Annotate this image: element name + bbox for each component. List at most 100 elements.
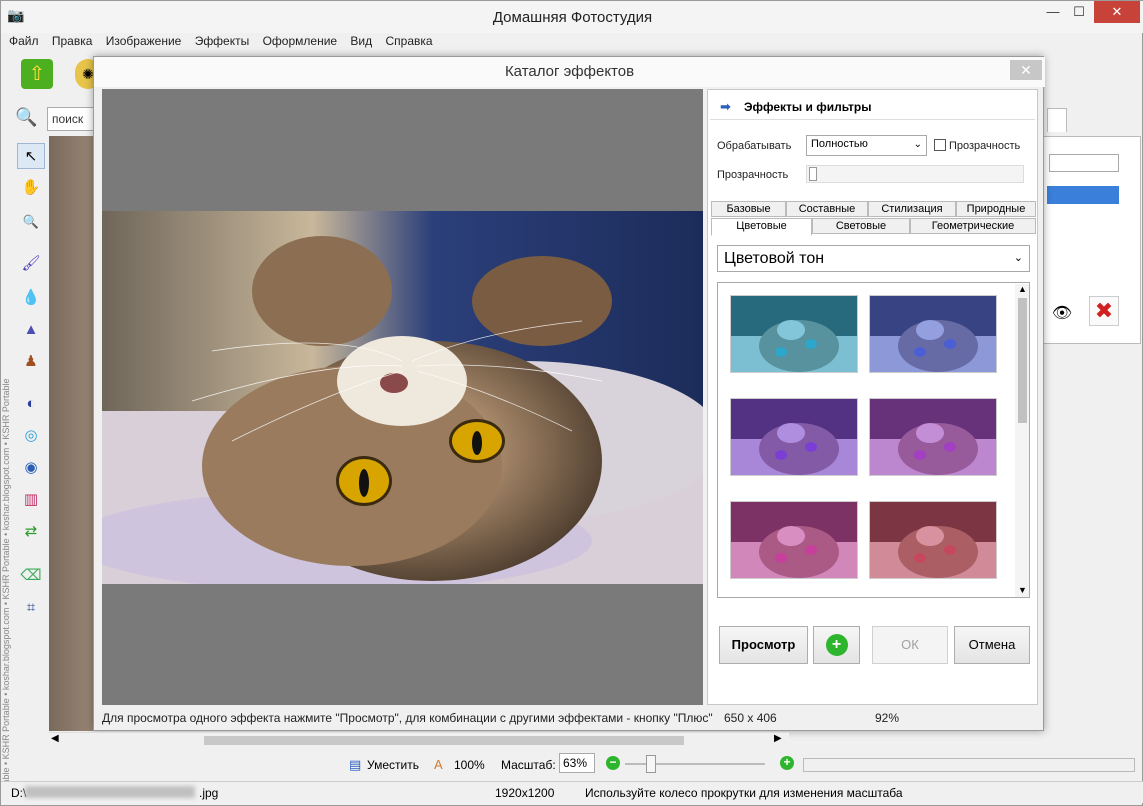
- effect-select[interactable]: Цветовой тон ⌄: [717, 245, 1030, 272]
- transparency-slider[interactable]: [806, 165, 1024, 183]
- status-file-ext: .jpg: [199, 786, 219, 800]
- blurred-path: [25, 786, 195, 798]
- add-effect-button[interactable]: +: [813, 626, 860, 664]
- fit-button[interactable]: Уместить: [367, 758, 419, 772]
- sidebar-watermark: Portable • KSHR Portable • koshar.blogsp…: [1, 378, 11, 801]
- thumbnail-rose-tone-image: [870, 502, 996, 578]
- menu-decor[interactable]: Оформление: [263, 34, 337, 48]
- drop-tool-icon[interactable]: 💧: [17, 285, 45, 311]
- brush-tool-icon[interactable]: 🖌: [17, 251, 45, 277]
- donut-tool-icon[interactable]: ◉: [17, 455, 45, 481]
- stamp-tool-icon[interactable]: ♟: [17, 349, 45, 375]
- dialog-close-button[interactable]: ✕: [1010, 60, 1042, 80]
- tabs-row-2: Цветовые Световые Геометрические: [711, 218, 1036, 236]
- zoom-out-icon[interactable]: −: [606, 756, 620, 770]
- scroll-right-icon[interactable]: ▶: [774, 733, 782, 744]
- tab-geometric[interactable]: Геометрические: [910, 218, 1036, 234]
- scroll-down-icon[interactable]: ▼: [1018, 585, 1027, 595]
- thumbnail-blue-tone-image: [870, 296, 996, 372]
- maximize-button[interactable]: ☐: [1067, 1, 1091, 23]
- zoom-bar: ▤ Уместить A 100% Масштаб: 63% − +: [1, 751, 1143, 777]
- preview-button[interactable]: Просмотр: [719, 626, 808, 664]
- thumbnail-purple-tone[interactable]: [869, 398, 997, 476]
- status-resolution: 1920x1200: [495, 786, 555, 800]
- close-button[interactable]: ✕: [1094, 1, 1140, 23]
- swap-tool-icon[interactable]: ⇄: [17, 519, 45, 545]
- panel-title: Эффекты и фильтры: [744, 100, 872, 114]
- menu-effects[interactable]: Эффекты: [195, 34, 250, 48]
- chevron-down-icon: ⌄: [1013, 252, 1023, 264]
- progress-bar: [803, 758, 1135, 772]
- scale-input[interactable]: 63%: [559, 753, 595, 773]
- transparency-checkbox[interactable]: [934, 139, 946, 151]
- tools-panel: ↖ ✋ 🔍 🖌 💧 ▲ ♟ ◐ ◎ ◉ ▥ ⇄ ⌫ ⌗: [17, 141, 47, 621]
- contrast-tool-icon[interactable]: ◐: [17, 391, 45, 417]
- tab-natural[interactable]: Природные: [956, 201, 1036, 217]
- menu-bar: Файл Правка Изображение Эффекты Оформлен…: [9, 34, 1139, 52]
- menu-image[interactable]: Изображение: [106, 34, 182, 48]
- background-right-panel: 👁 ✖: [1041, 96, 1141, 346]
- color-tool-icon[interactable]: ▥: [17, 487, 45, 513]
- thumbnail-rose-tone[interactable]: [869, 501, 997, 579]
- thumbnail-purple-tone-image: [870, 399, 996, 475]
- cancel-button[interactable]: Отмена: [954, 626, 1030, 664]
- tab-stylization[interactable]: Стилизация: [868, 201, 956, 217]
- eraser-tool-icon[interactable]: ⌫: [17, 563, 45, 589]
- pointer-tool-icon[interactable]: ↖: [17, 143, 45, 169]
- thumbnail-cyan-tone-image: [731, 296, 857, 372]
- zoom-tool-icon[interactable]: 🔍: [17, 209, 45, 235]
- scroll-left-icon[interactable]: ◀: [51, 733, 59, 744]
- menu-help[interactable]: Справка: [385, 34, 432, 48]
- actual-size-icon[interactable]: A: [434, 757, 443, 772]
- hscroll-thumb[interactable]: [204, 736, 684, 745]
- panel-header: ➡ Эффекты и фильтры: [710, 94, 1035, 120]
- ok-button[interactable]: ОК: [872, 626, 948, 664]
- thumbnail-violet-tone[interactable]: [730, 398, 858, 476]
- chevron-down-icon: ⌄: [913, 139, 922, 150]
- scale-label: Масштаб:: [501, 758, 556, 772]
- fit-icon[interactable]: ▤: [349, 757, 361, 773]
- title-bar: 📷 Домашняя Фотостудия — ☐ ✕: [1, 1, 1143, 33]
- minimize-button[interactable]: —: [1041, 1, 1065, 23]
- process-select-value: Полностью: [811, 138, 868, 150]
- hide-icon[interactable]: 👁: [1049, 301, 1075, 327]
- search-input[interactable]: поиск о: [47, 107, 97, 131]
- effect-thumbnails: ▲ ▼: [717, 282, 1030, 598]
- effects-catalog-dialog: Каталог эффектов ✕ ➡ Эффекты и фильтры О…: [93, 56, 1045, 731]
- transparency-label: Прозрачность: [717, 169, 789, 181]
- thumbnail-cyan-tone[interactable]: [730, 295, 858, 373]
- thumbnail-magenta-tone-image: [731, 502, 857, 578]
- menu-view[interactable]: Вид: [350, 34, 372, 48]
- zoom-in-icon[interactable]: +: [780, 756, 794, 770]
- slider-thumb[interactable]: [809, 167, 817, 181]
- menu-edit[interactable]: Правка: [52, 34, 93, 48]
- tab-color[interactable]: Цветовые: [711, 218, 812, 236]
- preview-area: [102, 89, 703, 705]
- thumbnail-magenta-tone[interactable]: [730, 501, 858, 579]
- status-image-size: 650 x 406: [724, 711, 777, 725]
- tab-composite[interactable]: Составные: [786, 201, 868, 217]
- thumbnails-scrollbar[interactable]: ▲ ▼: [1015, 284, 1029, 597]
- status-hint: Для просмотра одного эффекта нажмите "Пр…: [102, 711, 713, 725]
- dialog-title: Каталог эффектов: [94, 57, 1045, 87]
- actual-size-button[interactable]: 100%: [454, 758, 485, 772]
- search-icon[interactable]: 🔍: [15, 107, 45, 135]
- dialog-status-bar: Для просмотра одного эффекта нажмите "Пр…: [100, 709, 1040, 727]
- zoom-slider-thumb[interactable]: [646, 755, 656, 773]
- effect-select-value: Цветовой тон: [724, 250, 825, 267]
- cone-tool-icon[interactable]: ▲: [17, 317, 45, 343]
- hand-tool-icon[interactable]: ✋: [17, 175, 45, 201]
- ring-tool-icon[interactable]: ◎: [17, 423, 45, 449]
- scroll-thumb[interactable]: [1018, 298, 1027, 423]
- tab-light[interactable]: Световые: [812, 218, 910, 234]
- effects-panel: ➡ Эффекты и фильтры Обрабатывать Полност…: [707, 89, 1038, 705]
- app-title: Домашняя Фотостудия: [492, 9, 653, 26]
- tab-basic[interactable]: Базовые: [711, 201, 786, 217]
- process-select[interactable]: Полностью ⌄: [806, 135, 927, 156]
- delete-icon[interactable]: ✖: [1089, 296, 1119, 326]
- scroll-up-icon[interactable]: ▲: [1018, 284, 1027, 294]
- canvas-hscrollbar[interactable]: ◀ ▶: [49, 732, 789, 747]
- crop-tool-icon[interactable]: ⌗: [17, 595, 45, 621]
- open-icon[interactable]: ⇧: [21, 59, 53, 89]
- thumbnail-blue-tone[interactable]: [869, 295, 997, 373]
